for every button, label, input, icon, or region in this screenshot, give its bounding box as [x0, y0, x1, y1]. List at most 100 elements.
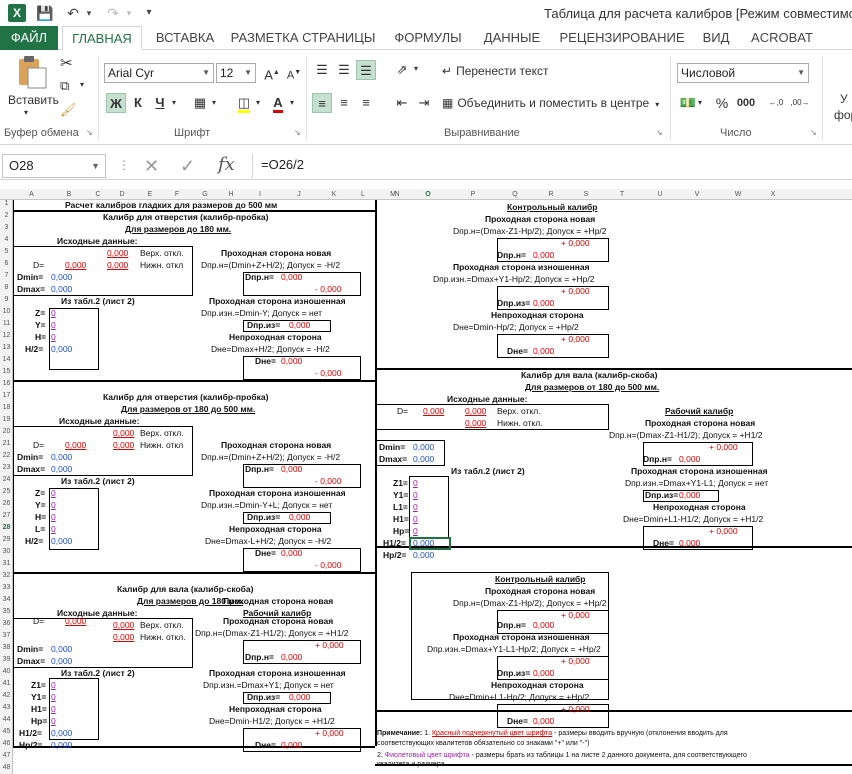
row-header[interactable]: 12 — [0, 332, 13, 339]
increase-indent-icon[interactable]: ⇥ — [414, 93, 434, 113]
s1-d-value[interactable]: 0,000 — [65, 260, 86, 271]
col-header-r[interactable]: R — [536, 189, 566, 200]
row-header[interactable]: 16 — [0, 380, 13, 387]
row-header[interactable]: 27 — [0, 512, 13, 519]
align-center-icon[interactable]: ≡ — [334, 93, 354, 113]
borders-dropdown-icon[interactable]: ▾ — [212, 98, 216, 107]
row-header[interactable]: 37 — [0, 632, 13, 639]
col-header-n[interactable]: N — [390, 189, 404, 200]
row-header[interactable]: 35 — [0, 608, 13, 615]
col-header-f[interactable]: F — [164, 189, 190, 200]
col-header-q[interactable]: Q — [494, 189, 536, 200]
row-header[interactable]: 41 — [0, 680, 13, 687]
col-header-b[interactable]: B — [50, 189, 88, 200]
s4-d-value[interactable]: 0,000 — [423, 406, 444, 417]
row-header[interactable]: 38 — [0, 644, 13, 651]
font-name-combo[interactable]: Arial Cyr ▼ — [104, 63, 214, 83]
conditional-format-cutoff-top[interactable]: У — [840, 92, 848, 106]
col-header-p[interactable]: P — [452, 189, 494, 200]
row-header[interactable]: 33 — [0, 584, 13, 591]
col-header-w[interactable]: W — [712, 189, 764, 200]
name-box[interactable]: O28 ▼ — [2, 154, 106, 178]
align-left-icon[interactable]: ≡ — [312, 93, 332, 113]
tab-file[interactable]: ФАЙЛ — [0, 26, 58, 50]
col-header-v[interactable]: V — [682, 189, 712, 200]
redo-dropdown-icon[interactable]: ▾ — [120, 4, 138, 22]
comma-style-icon[interactable]: 000 — [736, 93, 756, 113]
row-header[interactable]: 26 — [0, 500, 13, 507]
alignment-launcher-icon[interactable]: ↘ — [656, 128, 663, 137]
col-header-k[interactable]: K — [320, 189, 348, 200]
s2-lower-dev-value[interactable]: 0,000 — [113, 440, 134, 451]
row-header[interactable]: 13 — [0, 344, 13, 351]
row-header[interactable]: 32 — [0, 572, 13, 579]
col-header-o[interactable]: O — [404, 189, 452, 200]
s2-d-value[interactable]: 0,000 — [65, 440, 86, 451]
row-header[interactable]: 2 — [0, 212, 13, 219]
row-header[interactable]: 15 — [0, 368, 13, 375]
row-header[interactable]: 30 — [0, 548, 13, 555]
row-header[interactable]: 9 — [0, 296, 13, 303]
col-header-i[interactable]: I — [242, 189, 278, 200]
percent-icon[interactable]: % — [712, 93, 732, 113]
font-size-combo[interactable]: 12 ▼ — [216, 63, 256, 83]
tab-insert[interactable]: ВСТАВКА — [146, 26, 224, 50]
bold-button[interactable]: Ж — [106, 93, 126, 113]
cancel-icon[interactable]: ✕ — [144, 156, 159, 177]
paste-dropdown-icon[interactable]: ▾ — [24, 108, 28, 117]
s3-upper-dev-value[interactable]: 0,000 — [113, 620, 134, 631]
orientation-icon[interactable]: ⇗ — [392, 60, 412, 80]
formula-input[interactable]: =O26/2 — [252, 154, 850, 178]
tab-acrobat[interactable]: ACROBAT — [742, 26, 822, 50]
row-header[interactable]: 48 — [0, 764, 13, 771]
orientation-dropdown-icon[interactable]: ▾ — [414, 64, 418, 73]
s4-lower-dev-value[interactable]: 0,000 — [465, 418, 486, 429]
font-color-icon[interactable]: A — [268, 93, 288, 113]
row-header[interactable]: 31 — [0, 560, 13, 567]
col-header-c[interactable]: C — [88, 189, 108, 200]
col-header-x[interactable]: X — [764, 189, 782, 200]
row-header[interactable]: 45 — [0, 728, 13, 735]
col-header-g[interactable]: G — [190, 189, 220, 200]
decrease-font-icon[interactable]: A▼ — [284, 63, 304, 83]
row-header[interactable]: 22 — [0, 452, 13, 459]
col-header-l[interactable]: L — [348, 189, 378, 200]
row-header[interactable]: 24 — [0, 476, 13, 483]
row-header[interactable]: 11 — [0, 320, 13, 327]
tab-review[interactable]: РЕЦЕНЗИРОВАНИЕ — [552, 26, 692, 50]
s1-upper-dev-value[interactable]: 0,000 — [107, 248, 128, 259]
row-header[interactable]: 7 — [0, 272, 13, 279]
increase-font-icon[interactable]: A▲ — [262, 63, 282, 83]
row-header[interactable]: 18 — [0, 404, 13, 411]
align-right-icon[interactable]: ≡ — [356, 93, 376, 113]
borders-icon[interactable]: ▦ — [190, 93, 210, 113]
s1-lower-dev-value[interactable]: 0,000 — [107, 260, 128, 271]
row-header[interactable]: 39 — [0, 656, 13, 663]
s4-upper-dev-value[interactable]: 0,000 — [465, 406, 486, 417]
insert-function-icon[interactable]: fx — [218, 154, 235, 175]
col-header-e[interactable]: E — [136, 189, 164, 200]
currency-dropdown-icon[interactable]: ▾ — [698, 98, 702, 107]
conditional-format-cutoff[interactable]: фор — [834, 108, 852, 122]
italic-button[interactable]: К — [128, 93, 148, 113]
row-header[interactable]: 19 — [0, 416, 13, 423]
underline-dropdown-icon[interactable]: ▾ — [172, 98, 176, 107]
row-header[interactable]: 17 — [0, 392, 13, 399]
col-header-u[interactable]: U — [638, 189, 682, 200]
col-header-d[interactable]: D — [108, 189, 136, 200]
row-header[interactable]: 4 — [0, 236, 13, 243]
col-header-t[interactable]: T — [606, 189, 638, 200]
copy-icon[interactable]: ⧉ — [60, 78, 69, 94]
decrease-indent-icon[interactable]: ⇤ — [392, 93, 412, 113]
number-launcher-icon[interactable]: ↘ — [810, 128, 817, 137]
align-middle-icon[interactable]: ☰ — [334, 60, 354, 80]
col-header-j[interactable]: J — [278, 189, 320, 200]
tab-data[interactable]: ДАННЫЕ — [476, 26, 548, 50]
row-header[interactable]: 5 — [0, 248, 13, 255]
row-header[interactable]: 34 — [0, 596, 13, 603]
increase-decimal-icon[interactable]: ←,0 — [766, 93, 786, 113]
row-header[interactable]: 1 — [0, 200, 13, 207]
row-header[interactable]: 6 — [0, 260, 13, 267]
col-header-s[interactable]: S — [566, 189, 606, 200]
tab-home[interactable]: ГЛАВНАЯ — [62, 26, 142, 50]
